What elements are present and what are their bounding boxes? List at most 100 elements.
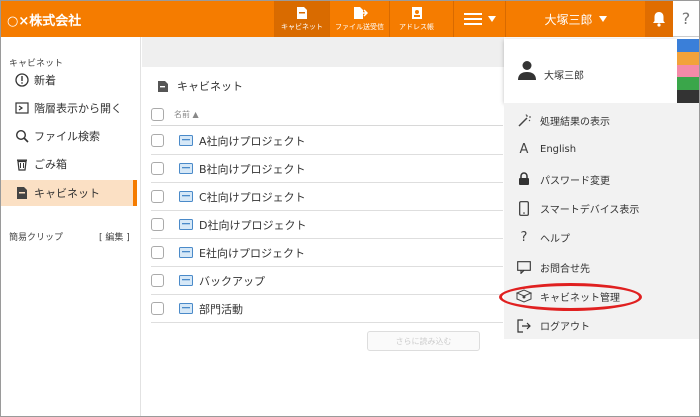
theme-color-swatch[interactable]	[677, 64, 699, 78]
row-checkbox[interactable]	[151, 302, 164, 315]
row-name[interactable]: 部門活動	[199, 301, 243, 317]
chevron-down-icon	[487, 16, 496, 22]
sidebar-item-label: 新着	[34, 74, 56, 87]
sidebar-item-new[interactable]: 新着	[1, 67, 133, 93]
quick-clip-edit-link[interactable]: [ 編集 ]	[99, 230, 130, 243]
page-title-text: キャビネット	[177, 80, 243, 93]
help-button[interactable]: ?	[673, 1, 699, 37]
trash-icon	[17, 159, 27, 171]
dropdown-item-label: お問合せ先	[540, 263, 590, 275]
sidebar-item-search[interactable]: ファイル検索	[1, 123, 133, 149]
dropdown-item-logout[interactable]: ログアウト	[504, 311, 699, 340]
table-row[interactable]: B社向けプロジェクト	[151, 155, 503, 183]
column-header-name[interactable]: 名前 ▲	[174, 109, 199, 120]
folder-icon	[179, 191, 193, 202]
chat-icon	[516, 260, 532, 274]
dropdown-item-smartphone[interactable]: スマートデバイス表示	[504, 194, 699, 223]
sidebar-item-label: ファイル検索	[34, 130, 100, 143]
sidebar-item-tree[interactable]: 階層表示から開く	[1, 95, 133, 121]
app-window: ○×株式会社 キャビネット ファイル送受信 アドレス帳 大塚三郎 ? キャビネッ…	[0, 0, 700, 417]
row-name[interactable]: A社向けプロジェクト	[199, 133, 306, 149]
table-header: 名前 ▲	[151, 104, 503, 126]
cabinet-icon	[17, 187, 27, 199]
header-file-transfer-button[interactable]: ファイル送受信	[329, 1, 389, 37]
table-row[interactable]: D社向けプロジェクト	[151, 211, 503, 239]
user-dropdown-profile: 大塚三郎	[504, 39, 677, 103]
load-more-button[interactable]: さらに読み込む	[367, 331, 480, 351]
folder-icon	[179, 219, 193, 230]
row-checkbox[interactable]	[151, 274, 164, 287]
question-icon: ?	[520, 230, 528, 246]
select-all-checkbox[interactable]	[151, 108, 164, 121]
sidebar-item-label: ごみ箱	[34, 158, 67, 171]
dropdown-item-label: ログアウト	[540, 322, 590, 334]
bell-icon	[653, 12, 665, 27]
dropdown-item-lock[interactable]: パスワード変更	[504, 165, 699, 194]
row-checkbox[interactable]	[151, 190, 164, 203]
row-name[interactable]: C社向けプロジェクト	[199, 189, 306, 205]
row-name[interactable]: バックアップ	[199, 273, 265, 289]
sidebar-item-label: 階層表示から開く	[34, 102, 122, 115]
row-name[interactable]: B社向けプロジェクト	[199, 161, 306, 177]
header-address-book-label: アドレス帳	[399, 23, 434, 31]
table-row[interactable]: E社向けプロジェクト	[151, 239, 503, 267]
dropdown-item-label: スマートデバイス表示	[540, 204, 640, 216]
folder-icon	[179, 135, 193, 146]
notification-button[interactable]	[645, 1, 673, 37]
sidebar-item-trash[interactable]: ごみ箱	[1, 151, 133, 177]
dropdown-item-label: 処理結果の表示	[540, 117, 610, 128]
header-cabinet-label: キャビネット	[281, 23, 323, 31]
sidebar-item-label: キャビネット	[34, 187, 100, 200]
dropdown-item-letter-a[interactable]: A English	[504, 135, 699, 164]
dropdown-item-question[interactable]: ? ヘルプ	[504, 223, 699, 252]
cabinet-icon	[297, 7, 307, 19]
theme-color-swatch[interactable]	[677, 90, 699, 103]
folder-icon	[179, 303, 193, 314]
page-title: キャビネット	[157, 78, 243, 94]
magic-wand-icon	[516, 113, 532, 128]
file-transfer-icon	[353, 7, 368, 19]
row-checkbox[interactable]	[151, 162, 164, 175]
folder-icon	[179, 275, 193, 286]
company-logo[interactable]: ○×株式会社	[7, 10, 81, 29]
row-name[interactable]: E社向けプロジェクト	[199, 245, 305, 261]
folder-icon	[179, 247, 193, 258]
hamburger-icon	[463, 13, 482, 25]
table-row[interactable]: C社向けプロジェクト	[151, 183, 503, 211]
theme-color-swatch[interactable]	[677, 51, 699, 65]
folder-icon	[179, 163, 193, 174]
main-toolbar-band	[142, 37, 504, 67]
table-row[interactable]: バックアップ	[151, 267, 503, 295]
row-checkbox[interactable]	[151, 218, 164, 231]
table-row[interactable]: 部門活動	[151, 295, 503, 323]
header-cabinet-button[interactable]: キャビネット	[274, 1, 329, 37]
sidebar: キャビネット 新着 階層表示から開く ファイル検索 ごみ箱 キャビネット 簡易ク…	[1, 37, 141, 416]
user-avatar-icon	[518, 61, 536, 80]
quick-clip-label: 簡易クリップ	[9, 233, 64, 243]
tree-view-icon	[15, 102, 29, 114]
header-address-book-button[interactable]: アドレス帳	[389, 1, 443, 37]
theme-color-swatch[interactable]	[677, 77, 699, 91]
row-name[interactable]: D社向けプロジェクト	[199, 217, 306, 233]
dropdown-item-chat[interactable]: お問合せ先	[504, 253, 699, 282]
highlight-annotation	[499, 283, 642, 311]
info-circle-icon	[15, 73, 29, 87]
user-name: 大塚三郎	[544, 12, 593, 27]
theme-color-picker	[677, 39, 699, 103]
user-menu-button[interactable]: 大塚三郎	[505, 1, 645, 37]
smartphone-icon	[516, 200, 532, 216]
lock-icon	[516, 172, 532, 186]
dropdown-item-label: パスワード変更	[540, 175, 610, 187]
sidebar-item-cabinet[interactable]: キャビネット	[1, 180, 137, 206]
table-row[interactable]: A社向けプロジェクト	[151, 127, 503, 155]
row-checkbox[interactable]	[151, 246, 164, 259]
cabinet-icon	[158, 80, 168, 92]
logout-icon	[516, 318, 532, 333]
main-menu-button[interactable]	[453, 1, 505, 37]
header-file-transfer-label: ファイル送受信	[335, 23, 384, 31]
dropdown-item-magic-wand[interactable]: 処理結果の表示	[504, 106, 699, 135]
row-checkbox[interactable]	[151, 134, 164, 147]
address-book-icon	[411, 7, 422, 19]
dropdown-item-label: English	[540, 144, 577, 156]
theme-color-swatch[interactable]	[677, 39, 699, 52]
